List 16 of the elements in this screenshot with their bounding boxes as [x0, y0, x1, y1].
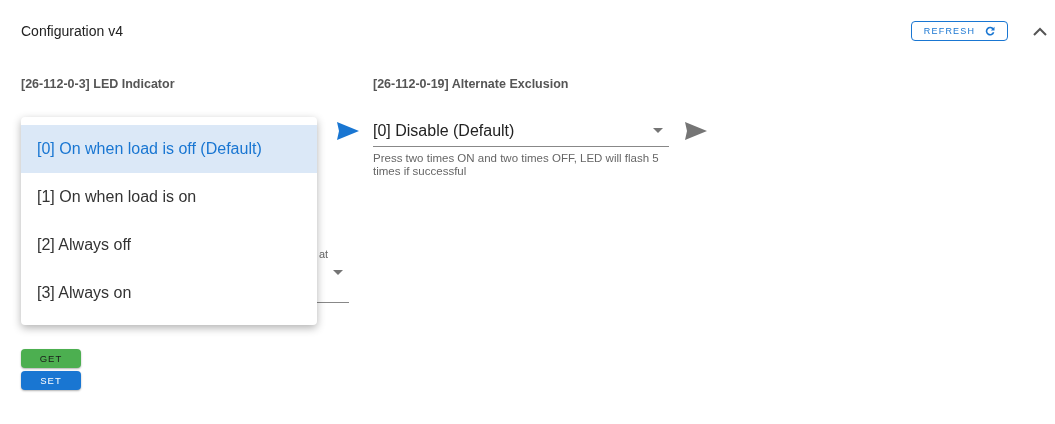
- refresh-icon[interactable]: [985, 26, 996, 36]
- set-button[interactable]: SET: [21, 371, 81, 390]
- select-field[interactable]: [0] Disable (Default): [373, 115, 669, 147]
- helper-text: Press two times ON and two times OFF, LED will flash 5 times if successful: [373, 152, 660, 178]
- parameter-label: [26-112-0-19] Alternate Exclusion: [373, 77, 570, 93]
- refresh-button[interactable]: REFRESH: [911, 21, 1008, 41]
- parameter-label: [26-112-0-3] LED Indicator: [21, 77, 176, 93]
- menu-item[interactable]: [1] On when load is on: [21, 173, 317, 221]
- send-icon[interactable]: [337, 122, 359, 140]
- menu-item[interactable]: [0] On when load is off (Default): [21, 125, 317, 173]
- collapse-icon[interactable]: [1033, 26, 1047, 36]
- caret-icon[interactable]: [333, 270, 343, 275]
- get-button[interactable]: GET: [21, 349, 81, 368]
- caret-icon[interactable]: [653, 128, 663, 133]
- panel-title: Configuration v4: [21, 23, 124, 39]
- send-icon[interactable]: [685, 122, 707, 140]
